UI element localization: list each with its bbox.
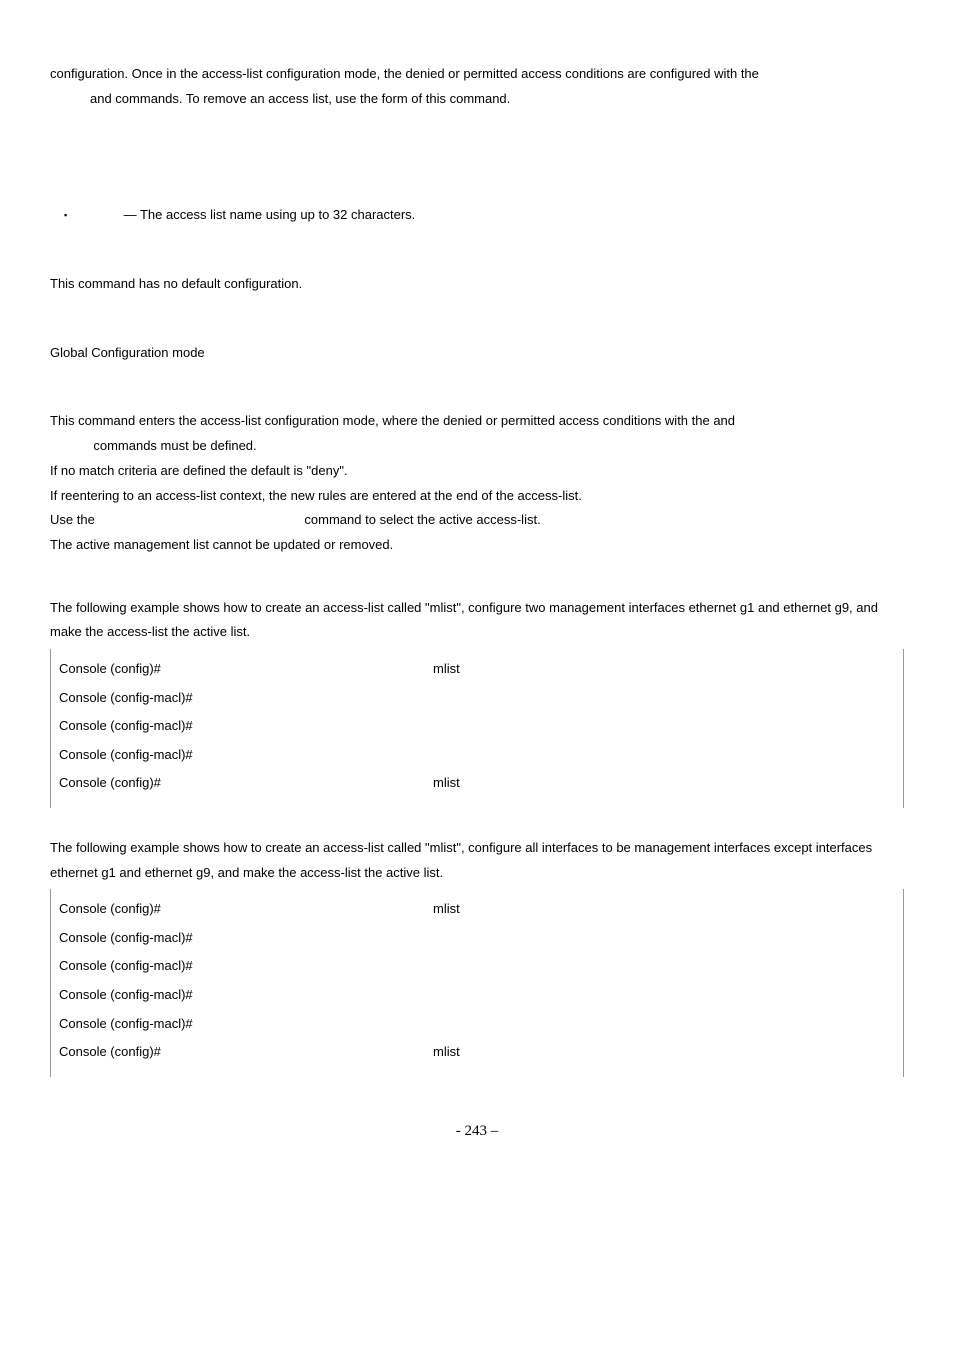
prompt: Console (config-macl)# — [59, 952, 199, 981]
arg: mlist — [429, 895, 460, 924]
content-area: configuration. Once in the access-list c… — [50, 62, 904, 1077]
code-row: Console (config-macl)# — [59, 981, 895, 1010]
default-text: This command has no default configuratio… — [50, 276, 302, 291]
spacer — [50, 580, 904, 596]
code-row: Console (config)# mlist — [59, 895, 895, 924]
prompt: Console (config)# — [59, 655, 199, 684]
prompt: Console (config-macl)# — [59, 712, 199, 741]
guide-line-4: Use the command to select the active acc… — [50, 508, 904, 533]
spacer — [50, 387, 904, 409]
prompt: Console (config)# — [59, 895, 199, 924]
document-page: configuration. Once in the access-list c… — [0, 0, 954, 1350]
page-number: - 243 – — [50, 1117, 904, 1146]
intro-cont: and commands. To remove an access list, … — [50, 87, 510, 112]
code-row: Console (config)# mlist — [59, 655, 895, 684]
example2-codebox: Console (config)# mlist Console (config-… — [50, 889, 904, 1077]
example1-codebox: Console (config)# mlist Console (config-… — [50, 649, 904, 808]
guide-line-2: If no match criteria are defined the def… — [50, 459, 904, 484]
code-row: Console (config-macl)# — [59, 684, 895, 713]
example2-caption: The following example shows how to creat… — [50, 836, 904, 885]
intro-sentence: configuration. Once in the access-list c… — [50, 66, 759, 81]
prompt: Console (config-macl)# — [59, 981, 199, 1010]
prompt: Console (config)# — [59, 1038, 199, 1067]
param-text: — The access list name using up to 32 ch… — [120, 207, 415, 222]
param-list: — The access list name using up to 32 ch… — [50, 203, 904, 228]
param-item: — The access list name using up to 32 ch… — [50, 203, 904, 228]
arg: mlist — [429, 655, 460, 684]
example1-caption: The following example shows how to creat… — [50, 596, 904, 645]
prompt: Console (config-macl)# — [59, 1010, 199, 1039]
arg: mlist — [429, 1038, 460, 1067]
code-row: Console (config)# mlist — [59, 1038, 895, 1067]
arg: mlist — [429, 769, 460, 798]
guide-line-1: This command enters the access-list conf… — [50, 409, 904, 458]
params-block: — The access list name using up to 32 ch… — [50, 203, 904, 228]
guide-4a: Use the — [50, 512, 98, 527]
prompt: Console (config-macl)# — [59, 741, 199, 770]
guide-line-3: If reentering to an access-list context,… — [50, 484, 904, 509]
intro-block: configuration. Once in the access-list c… — [50, 62, 904, 111]
code-row: Console (config-macl)# — [59, 924, 895, 953]
mode-text: Global Configuration mode — [50, 345, 205, 360]
default-block: This command has no default configuratio… — [50, 272, 904, 297]
guide-4b: command to select the active access-list… — [304, 512, 540, 527]
prompt: Console (config-macl)# — [59, 924, 199, 953]
guide-1b: commands must be defined. — [50, 434, 257, 459]
spacer — [50, 319, 904, 341]
prompt: Console (config)# — [59, 769, 199, 798]
code-row: Console (config)# mlist — [59, 769, 895, 798]
guide-1a: This command enters the access-list conf… — [50, 413, 735, 428]
code-row: Console (config-macl)# — [59, 1010, 895, 1039]
spacer — [50, 250, 904, 272]
spacer — [50, 133, 904, 203]
mode-block: Global Configuration mode — [50, 341, 904, 366]
code-row: Console (config-macl)# — [59, 712, 895, 741]
code-row: Console (config-macl)# — [59, 741, 895, 770]
guide-line-5: The active management list cannot be upd… — [50, 533, 904, 558]
prompt: Console (config-macl)# — [59, 684, 199, 713]
code-row: Console (config-macl)# — [59, 952, 895, 981]
guidelines-block: This command enters the access-list conf… — [50, 409, 904, 557]
